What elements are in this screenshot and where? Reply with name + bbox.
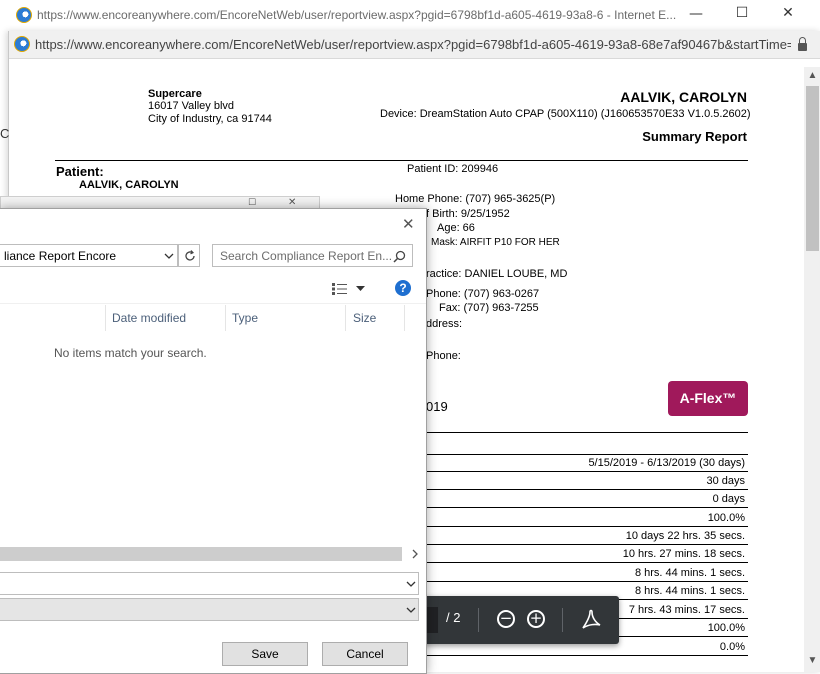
file-name-input[interactable] bbox=[0, 572, 419, 595]
table-row-divider bbox=[426, 507, 748, 508]
scroll-down-icon[interactable]: ▼ bbox=[804, 655, 820, 666]
empty-message: No items match your search. bbox=[54, 346, 207, 360]
column-date-modified[interactable]: Date modified bbox=[112, 311, 186, 325]
mask: Mask: AIRFIT P10 FOR HER bbox=[431, 237, 560, 248]
chevron-down-icon[interactable] bbox=[406, 607, 416, 614]
table-row-divider bbox=[426, 581, 748, 582]
dialog-toolbar: ? bbox=[0, 275, 426, 304]
toolbar-divider bbox=[562, 608, 563, 632]
outer-window-title: https://www.encoreanywhere.com/EncoreNet… bbox=[37, 8, 677, 22]
phone-2: Phone: bbox=[426, 350, 461, 362]
aflex-badge: A-Flex™ bbox=[668, 381, 748, 416]
table-row-divider bbox=[426, 562, 748, 563]
help-icon[interactable]: ? bbox=[395, 280, 411, 296]
table-divider bbox=[426, 432, 748, 433]
provider-city: City of Industry, ca 91744 bbox=[148, 113, 272, 125]
column-type[interactable]: Type bbox=[232, 311, 258, 325]
left-edge-fragment: C bbox=[0, 126, 10, 141]
patient-label: Patient: bbox=[56, 164, 104, 179]
search-placeholder: Search Compliance Report En... bbox=[220, 249, 393, 263]
header-divider bbox=[55, 160, 748, 161]
report-value: 100.0% bbox=[707, 512, 745, 524]
practice-fax: Fax: (707) 963-7255 bbox=[439, 302, 539, 314]
background-close-icon: ✕ bbox=[288, 197, 297, 208]
save-as-type-select[interactable] bbox=[0, 598, 419, 621]
refresh-icon bbox=[185, 250, 195, 261]
toolbar-divider bbox=[478, 608, 479, 632]
address-bar[interactable]: https://www.encoreanywhere.com/EncoreNet… bbox=[9, 31, 820, 59]
save-as-dialog: ✕ liance Report Encore Search Compliance… bbox=[0, 208, 427, 674]
cancel-button[interactable]: Cancel bbox=[322, 642, 408, 666]
table-divider bbox=[426, 454, 748, 455]
refresh-button[interactable] bbox=[178, 244, 200, 267]
report-value: 30 days bbox=[706, 475, 745, 487]
table-row-divider bbox=[426, 471, 748, 472]
report-value: 0 days bbox=[712, 493, 745, 505]
home-phone: Home Phone: (707) 965-3625(P) bbox=[395, 193, 556, 205]
maximize-button[interactable]: ☐ bbox=[720, 5, 764, 21]
table-row-divider bbox=[426, 489, 748, 490]
lock-icon bbox=[798, 37, 807, 51]
scroll-right-icon[interactable] bbox=[412, 549, 419, 559]
table-row-divider bbox=[426, 526, 748, 527]
scrollbar-thumb[interactable] bbox=[806, 86, 819, 251]
page-total: / 2 bbox=[446, 610, 461, 625]
column-separator bbox=[404, 305, 405, 331]
patient-name: AALVIK, CAROLYN bbox=[79, 179, 179, 191]
address: ddress: bbox=[426, 318, 463, 330]
report-value: 10 days 22 hrs. 35 secs. bbox=[625, 530, 745, 542]
outer-window-titlebar: https://www.encoreanywhere.com/EncoreNet… bbox=[0, 0, 820, 32]
patient-name-header: AALVIK, CAROLYN bbox=[620, 89, 747, 105]
practice: ractice: DANIEL LOUBE, MD bbox=[426, 268, 568, 280]
background-maximize-icon: ☐ bbox=[248, 198, 257, 208]
patient-id: Patient ID: 209946 bbox=[407, 163, 499, 175]
search-input[interactable]: Search Compliance Report En... bbox=[212, 244, 413, 267]
column-separator bbox=[105, 305, 106, 331]
provider-name: Supercare bbox=[148, 88, 202, 100]
column-size[interactable]: Size bbox=[353, 311, 376, 325]
scroll-up-icon[interactable]: ▲ bbox=[804, 70, 820, 81]
close-button[interactable]: ✕ bbox=[766, 5, 810, 21]
provider-street: 16017 Valley blvd bbox=[148, 100, 235, 112]
table-row-divider bbox=[426, 544, 748, 545]
dialog-close-icon[interactable]: ✕ bbox=[402, 215, 415, 233]
acrobat-icon[interactable] bbox=[579, 608, 603, 632]
search-icon[interactable] bbox=[393, 250, 406, 263]
date-of-birth: f Birth: 9/25/1952 bbox=[426, 208, 510, 220]
minimize-button[interactable]: — bbox=[674, 6, 718, 22]
folder-path-text: liance Report Encore bbox=[4, 249, 117, 263]
report-value: 5/15/2019 - 6/13/2019 (30 days) bbox=[588, 457, 745, 469]
age: Age: 66 bbox=[437, 222, 475, 234]
address-url[interactable]: https://www.encoreanywhere.com/EncoreNet… bbox=[35, 37, 791, 52]
report-value: 8 hrs. 44 mins. 1 secs. bbox=[634, 567, 745, 579]
pdf-toolbar: / 2 − + bbox=[418, 596, 619, 644]
report-title: Summary Report bbox=[642, 129, 747, 144]
column-separator bbox=[345, 305, 346, 331]
horizontal-scrollbar[interactable] bbox=[0, 547, 402, 561]
year-fragment: 019 bbox=[426, 399, 448, 414]
zoom-out-icon[interactable]: − bbox=[497, 610, 515, 628]
ie-logo-icon bbox=[16, 7, 32, 23]
save-button[interactable]: Save bbox=[222, 642, 308, 666]
column-separator bbox=[225, 305, 226, 331]
chevron-down-icon[interactable] bbox=[164, 253, 174, 260]
practice-phone: Phone: (707) 963-0267 bbox=[426, 288, 540, 300]
folder-path-combo[interactable]: liance Report Encore bbox=[0, 244, 178, 267]
device-line: Device: DreamStation Auto CPAP (500X110)… bbox=[380, 108, 751, 120]
view-dropdown-icon[interactable] bbox=[356, 286, 365, 292]
zoom-in-icon[interactable]: + bbox=[527, 610, 545, 628]
report-value: 10 hrs. 27 mins. 18 secs. bbox=[622, 548, 745, 560]
chevron-down-icon[interactable] bbox=[406, 581, 416, 588]
table-row-divider bbox=[426, 655, 748, 656]
ie-page-icon bbox=[14, 36, 30, 52]
view-options-icon[interactable] bbox=[332, 283, 348, 295]
